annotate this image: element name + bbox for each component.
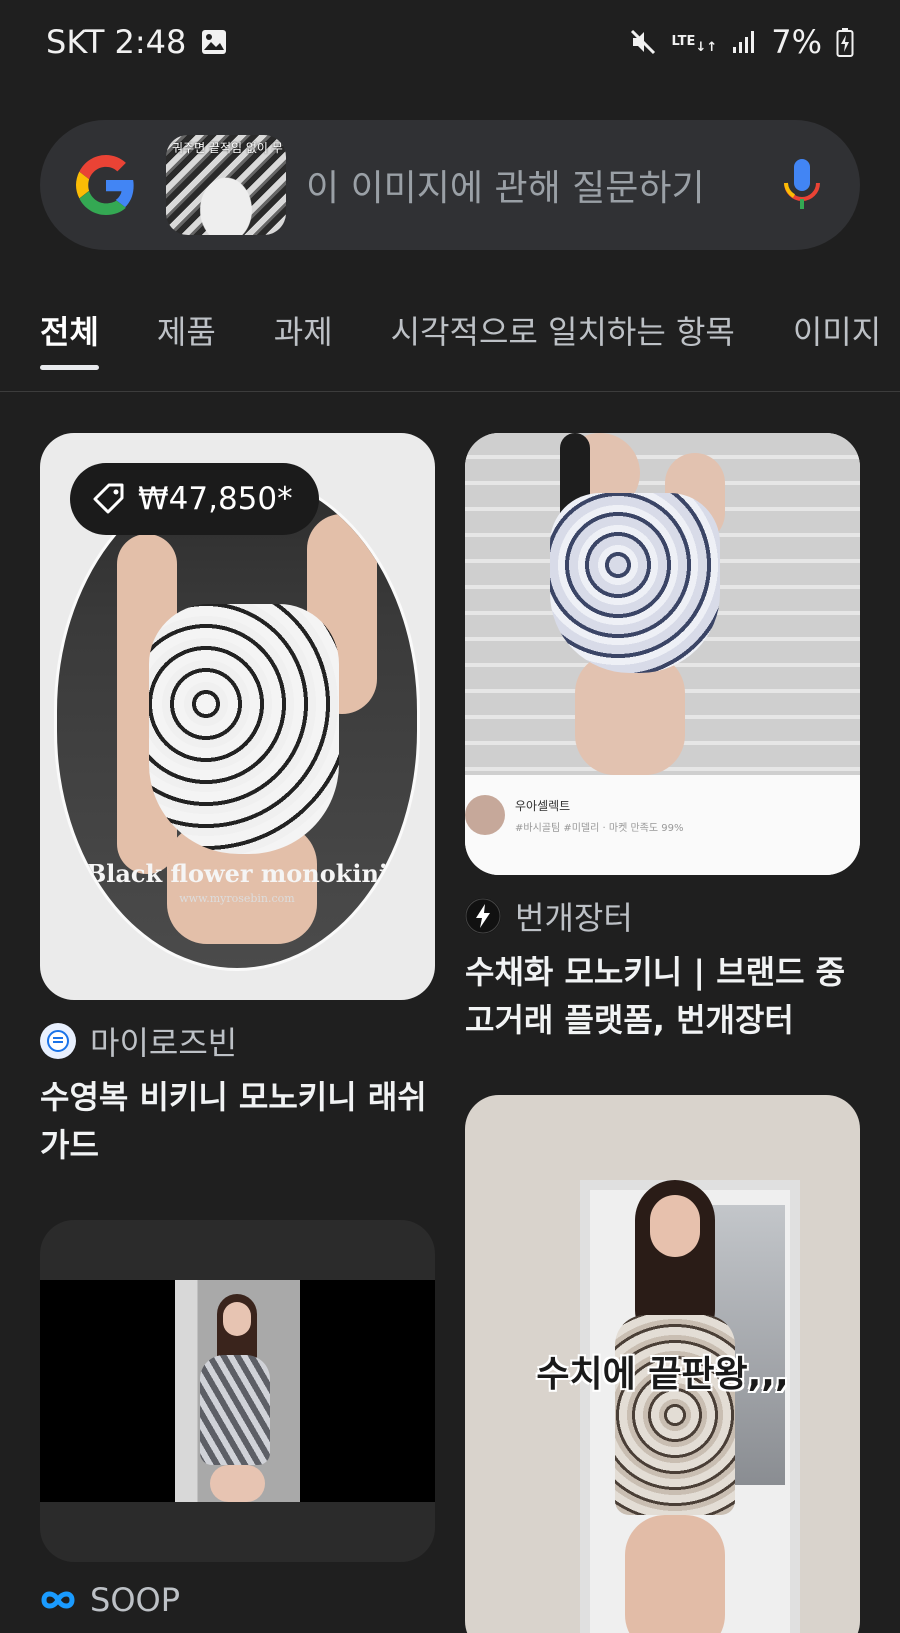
soop-logo-icon: [40, 1582, 76, 1618]
query-image-thumbnail[interactable]: 궈주면 끝적임 없이 무: [166, 135, 286, 235]
source-row-1[interactable]: 마이로즈빈: [40, 1018, 237, 1064]
product-image: Black flower monokini www.myrosebin.com: [54, 471, 420, 971]
result-card-3[interactable]: [40, 1220, 435, 1562]
source-name: 번개장터: [515, 899, 633, 937]
shop-tags: #바시골팀 #미델리 · 마켓 만족도 99%: [515, 823, 684, 834]
result-title-1[interactable]: 수영복 비키니 모노키니 래쉬가드: [40, 1073, 435, 1169]
image-caption: 수치에 끝판왕,,,: [536, 1354, 789, 1395]
thumbnail-text: 궈주면 끝적임 없이 무: [172, 141, 283, 155]
face-shape: [650, 1195, 700, 1257]
source-row-2[interactable]: 번개장터: [465, 893, 633, 939]
shop-name: 우아셀렉트: [515, 799, 571, 813]
lens-search-bar[interactable]: 궈주면 끝적임 없이 무 이 이미지에 관해 질문하기: [40, 120, 860, 250]
face-shape: [223, 1302, 251, 1336]
source-row-3[interactable]: SOOP: [40, 1581, 180, 1619]
mute-icon: [628, 27, 658, 57]
status-bar: SKT 2:48 LTE ↓↑ 7%: [0, 0, 900, 84]
result-tabs: 전체 제품 과제 시각적으로 일치하는 항목 이미지: [0, 296, 900, 392]
dress-shape: [550, 493, 720, 673]
status-left: SKT 2:48: [46, 23, 228, 61]
image-caption: Black flower monokini: [85, 859, 389, 888]
google-logo-icon: [76, 155, 134, 215]
dress-shape: [149, 604, 339, 854]
carrier-time: SKT 2:48: [46, 23, 187, 61]
tab-homework[interactable]: 과제: [274, 296, 333, 368]
result-card-1[interactable]: ₩47,850* Black flower monokini www.myros…: [40, 433, 435, 1000]
result-card-2[interactable]: 우아셀렉트 #바시골팀 #미델리 · 마켓 만족도 99%: [465, 433, 860, 875]
gallery-notification-icon: [200, 28, 228, 56]
price-badge: ₩47,850*: [70, 463, 319, 535]
shop-avatar: [465, 795, 505, 835]
signal-icon: [731, 29, 757, 55]
result-title-2[interactable]: 수채화 모노키니 | 브랜드 중고거래 플랫폼, 번개장터: [465, 948, 860, 1044]
result-card-4[interactable]: 수치에 끝판왕,,,: [465, 1095, 860, 1633]
image-url-text: www.myrosebin.com: [179, 892, 295, 905]
battery-charging-icon: [836, 27, 854, 57]
search-input[interactable]: 이 이미지에 관해 질문하기: [306, 159, 780, 211]
price-text: ₩47,850*: [138, 481, 293, 517]
lte-icon: LTE ↓↑: [671, 34, 718, 55]
tab-all[interactable]: 전체: [40, 296, 99, 370]
tab-images[interactable]: 이미지: [793, 296, 881, 368]
status-right: LTE ↓↑ 7%: [628, 23, 854, 61]
battery-percent: 7%: [771, 23, 822, 61]
source-name: 마이로즈빈: [90, 1024, 238, 1062]
tab-products[interactable]: 제품: [157, 296, 216, 368]
legs-shape: [210, 1465, 265, 1502]
source-name: SOOP: [90, 1581, 180, 1619]
video-thumbnail: [40, 1280, 435, 1502]
microphone-icon[interactable]: [780, 157, 824, 213]
product-image: [465, 433, 860, 775]
shop-info-strip: 우아셀렉트 #바시골팀 #미델리 · 마켓 만족도 99%: [465, 775, 860, 875]
bunjang-lightning-icon: [465, 898, 501, 934]
tab-visual-matches[interactable]: 시각적으로 일치하는 항목: [391, 296, 735, 368]
video-frame: [175, 1280, 300, 1502]
myrosebin-site-icon: [40, 1023, 76, 1059]
dress-shape: [200, 1355, 270, 1465]
legs-shape: [625, 1515, 725, 1633]
price-tag-icon: [93, 483, 124, 514]
